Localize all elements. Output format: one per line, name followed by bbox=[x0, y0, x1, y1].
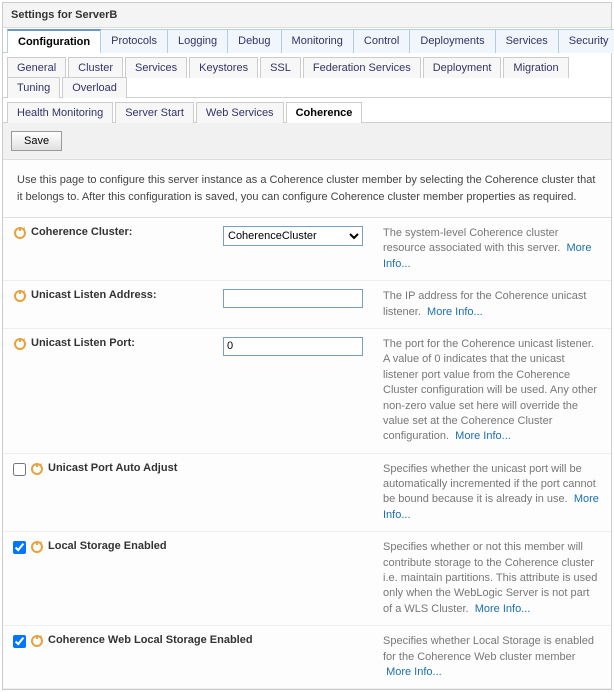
restart-icon bbox=[13, 226, 27, 240]
unicast-addr-help: The IP address for the Coherence unicast… bbox=[383, 290, 586, 317]
subtab-keystores[interactable]: Keystores bbox=[189, 57, 258, 78]
subtab-webservices[interactable]: Web Services bbox=[196, 102, 284, 123]
coherence-cluster-select[interactable]: CoherenceCluster bbox=[223, 226, 363, 246]
unicast-addr-more-info-link[interactable]: More Info... bbox=[427, 306, 483, 318]
subtab-serverstart[interactable]: Server Start bbox=[115, 102, 194, 123]
subtab-deployment[interactable]: Deployment bbox=[423, 57, 502, 78]
cluster-help: The system-level Coherence cluster resou… bbox=[383, 227, 560, 254]
sub-tabs-row1: General Cluster Services Keystores SSL F… bbox=[3, 53, 611, 98]
local-storage-label: Local Storage Enabled bbox=[48, 540, 167, 552]
restart-icon bbox=[30, 540, 44, 554]
subtab-federation[interactable]: Federation Services bbox=[303, 57, 421, 78]
auto-adjust-label: Unicast Port Auto Adjust bbox=[48, 462, 177, 474]
save-button[interactable]: Save bbox=[11, 131, 62, 151]
unicast-port-input[interactable] bbox=[223, 337, 363, 356]
unicast-port-more-info-link[interactable]: More Info... bbox=[455, 430, 511, 442]
main-tabs: Configuration Protocols Logging Debug Mo… bbox=[3, 28, 611, 53]
page-description: Use this page to configure this server i… bbox=[3, 160, 611, 217]
web-storage-label: Coherence Web Local Storage Enabled bbox=[48, 634, 253, 646]
subtab-migration[interactable]: Migration bbox=[503, 57, 568, 78]
sub-tabs-row2: Health Monitoring Server Start Web Servi… bbox=[3, 98, 611, 123]
auto-adjust-help: Specifies whether the unicast port will … bbox=[383, 463, 596, 506]
restart-icon bbox=[13, 289, 27, 303]
unicast-port-label: Unicast Listen Port: bbox=[31, 337, 135, 349]
restart-icon bbox=[13, 337, 27, 351]
window-title: Settings for ServerB bbox=[3, 3, 611, 28]
tab-services[interactable]: Services bbox=[495, 29, 559, 53]
tab-logging[interactable]: Logging bbox=[167, 29, 228, 53]
tab-configuration[interactable]: Configuration bbox=[7, 29, 101, 53]
subtab-ssl[interactable]: SSL bbox=[260, 57, 301, 78]
web-storage-more-info-link[interactable]: More Info... bbox=[386, 666, 442, 678]
web-storage-checkbox[interactable] bbox=[13, 635, 26, 648]
tab-control[interactable]: Control bbox=[353, 29, 410, 53]
subtab-overload[interactable]: Overload bbox=[62, 77, 127, 98]
subtab-cluster[interactable]: Cluster bbox=[68, 57, 123, 78]
cluster-label: Coherence Cluster: bbox=[31, 226, 132, 238]
subtab-tuning[interactable]: Tuning bbox=[7, 77, 60, 98]
subtab-health[interactable]: Health Monitoring bbox=[7, 102, 113, 123]
unicast-port-help: The port for the Coherence unicast liste… bbox=[383, 338, 597, 442]
auto-adjust-checkbox[interactable] bbox=[13, 463, 26, 476]
local-storage-more-info-link[interactable]: More Info... bbox=[475, 603, 531, 615]
tab-monitoring[interactable]: Monitoring bbox=[281, 29, 354, 53]
unicast-address-input[interactable] bbox=[223, 289, 363, 308]
subtab-coherence[interactable]: Coherence bbox=[286, 102, 363, 123]
restart-icon bbox=[30, 634, 44, 648]
subtab-general[interactable]: General bbox=[7, 57, 66, 78]
tab-deployments[interactable]: Deployments bbox=[409, 29, 495, 53]
tab-debug[interactable]: Debug bbox=[227, 29, 281, 53]
tab-security[interactable]: Security bbox=[558, 29, 614, 53]
restart-icon bbox=[30, 462, 44, 476]
local-storage-checkbox[interactable] bbox=[13, 541, 26, 554]
unicast-addr-label: Unicast Listen Address: bbox=[31, 289, 157, 301]
web-storage-help: Specifies whether Local Storage is enabl… bbox=[383, 635, 594, 662]
subtab-services[interactable]: Services bbox=[125, 57, 187, 78]
tab-protocols[interactable]: Protocols bbox=[100, 29, 168, 53]
